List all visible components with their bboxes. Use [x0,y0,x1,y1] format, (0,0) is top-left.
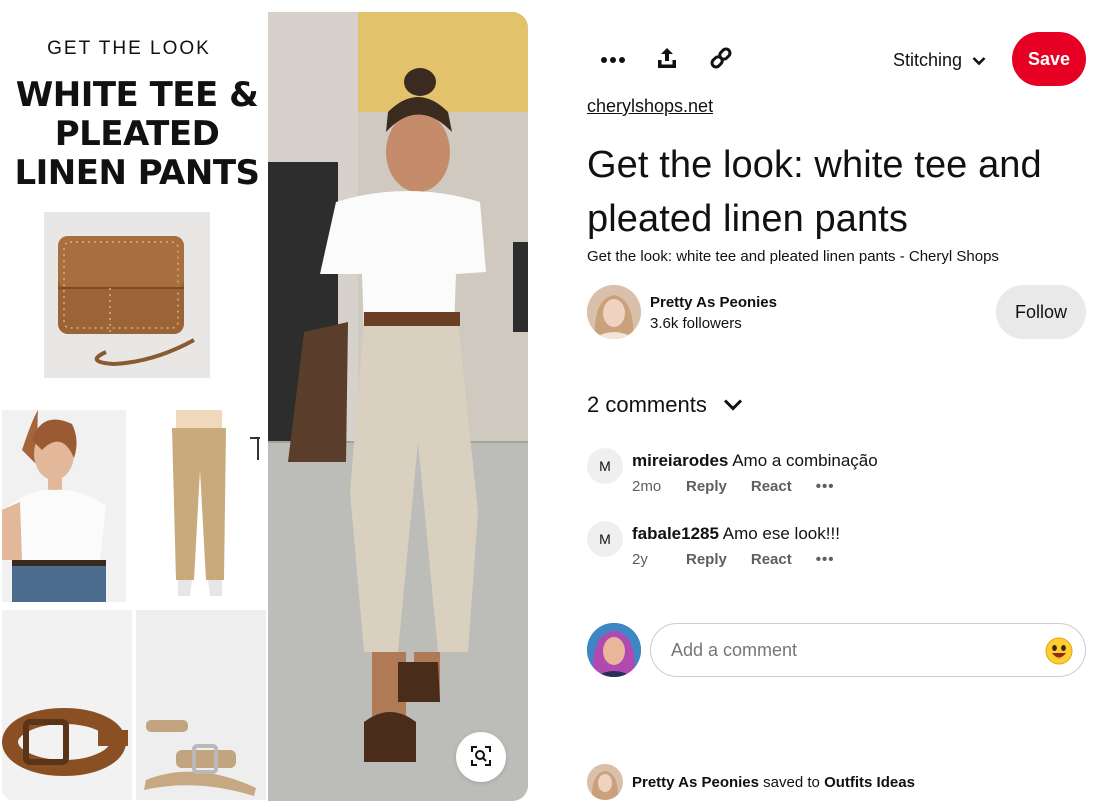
collage-headline: WHITE TEE & PLEATED LINEN PANTS [14,75,260,193]
visual-search-icon [470,745,492,770]
commenter-avatar[interactable]: M [587,521,623,557]
more-options-icon [600,52,626,67]
pin-title: Get the look: white tee and pleated line… [587,144,1042,240]
more-options-button[interactable] [591,37,635,81]
visual-search-button[interactable] [456,732,506,782]
link-icon [709,46,733,73]
comment-username[interactable]: fabale1285 [632,524,719,543]
comments-count: 2 comments [587,392,707,417]
share-icon [655,46,679,73]
comment-body: Amo ese look!!! [722,524,840,543]
comment: M fabale1285 Amo ese look!!! 2y Reply Re… [587,521,1067,581]
comment: M mireiarodes Amo a combinação 2mo Reply… [587,448,1067,508]
pin-description: Get the look: white tee and pleated line… [587,248,999,265]
chevron-down-icon [972,50,986,71]
emoji-icon [1045,637,1073,668]
board-selector[interactable]: Stitching [893,44,986,76]
saved-activity: Pretty As Peonies saved to Outfits Ideas [587,764,915,800]
pin-image[interactable]: GET THE LOOK WHITE TEE & PLEATED LINEN P… [0,12,528,801]
comment-body: Amo a combinação [732,451,878,470]
saver-name[interactable]: Pretty As Peonies [632,774,759,791]
comment-input[interactable] [671,639,1031,661]
comment-time: 2y [632,551,648,568]
comment-more-button[interactable]: ••• [816,478,835,495]
pleated-pants-image [132,410,260,606]
brown-belt-image [2,610,132,800]
share-button[interactable] [645,37,689,81]
comment-text-line: mireiarodes Amo a combinação [632,451,878,471]
sandal-image [136,610,266,800]
current-user-avatar[interactable] [587,623,641,677]
save-button[interactable]: Save [1012,32,1086,86]
street-style-photo [268,12,528,801]
saved-verb: saved to [763,773,820,791]
react-button[interactable]: React [751,478,792,495]
creator-followers: 3.6k followers [650,315,742,332]
comment-username[interactable]: mireiarodes [632,451,728,470]
emoji-button[interactable] [1045,637,1073,665]
reply-button[interactable]: Reply [686,478,727,495]
source-link[interactable]: cherylshops.net [587,96,713,117]
comment-text-line: fabale1285 Amo ese look!!! [632,524,840,544]
copy-link-button[interactable] [699,37,743,81]
collage-kicker: GET THE LOOK [47,38,211,59]
comment-meta: 2mo Reply React ••• [632,478,834,495]
board-name: Stitching [893,49,963,70]
crossbody-bag-image [44,212,210,378]
product-collage: GET THE LOOK WHITE TEE & PLEATED LINEN P… [0,12,268,801]
creator-name[interactable]: Pretty As Peonies [650,294,777,311]
commenter-avatar[interactable]: M [587,448,623,484]
saved-text: Pretty As Peonies saved to Outfits Ideas [632,774,915,791]
comment-more-button[interactable]: ••• [816,551,835,568]
follow-button[interactable]: Follow [996,285,1086,339]
reply-button[interactable]: Reply [686,551,727,568]
comment-meta: 2y Reply React ••• [632,551,834,568]
white-tee-model-image [2,410,126,602]
saver-avatar[interactable] [587,764,623,800]
comment-box [650,623,1086,677]
comment-time: 2mo [632,478,662,495]
react-button[interactable]: React [751,551,792,568]
saved-board-name[interactable]: Outfits Ideas [824,774,915,791]
comments-toggle[interactable]: 2 comments [587,392,743,418]
chevron-down-icon [723,392,743,418]
creator-avatar[interactable] [587,285,641,339]
